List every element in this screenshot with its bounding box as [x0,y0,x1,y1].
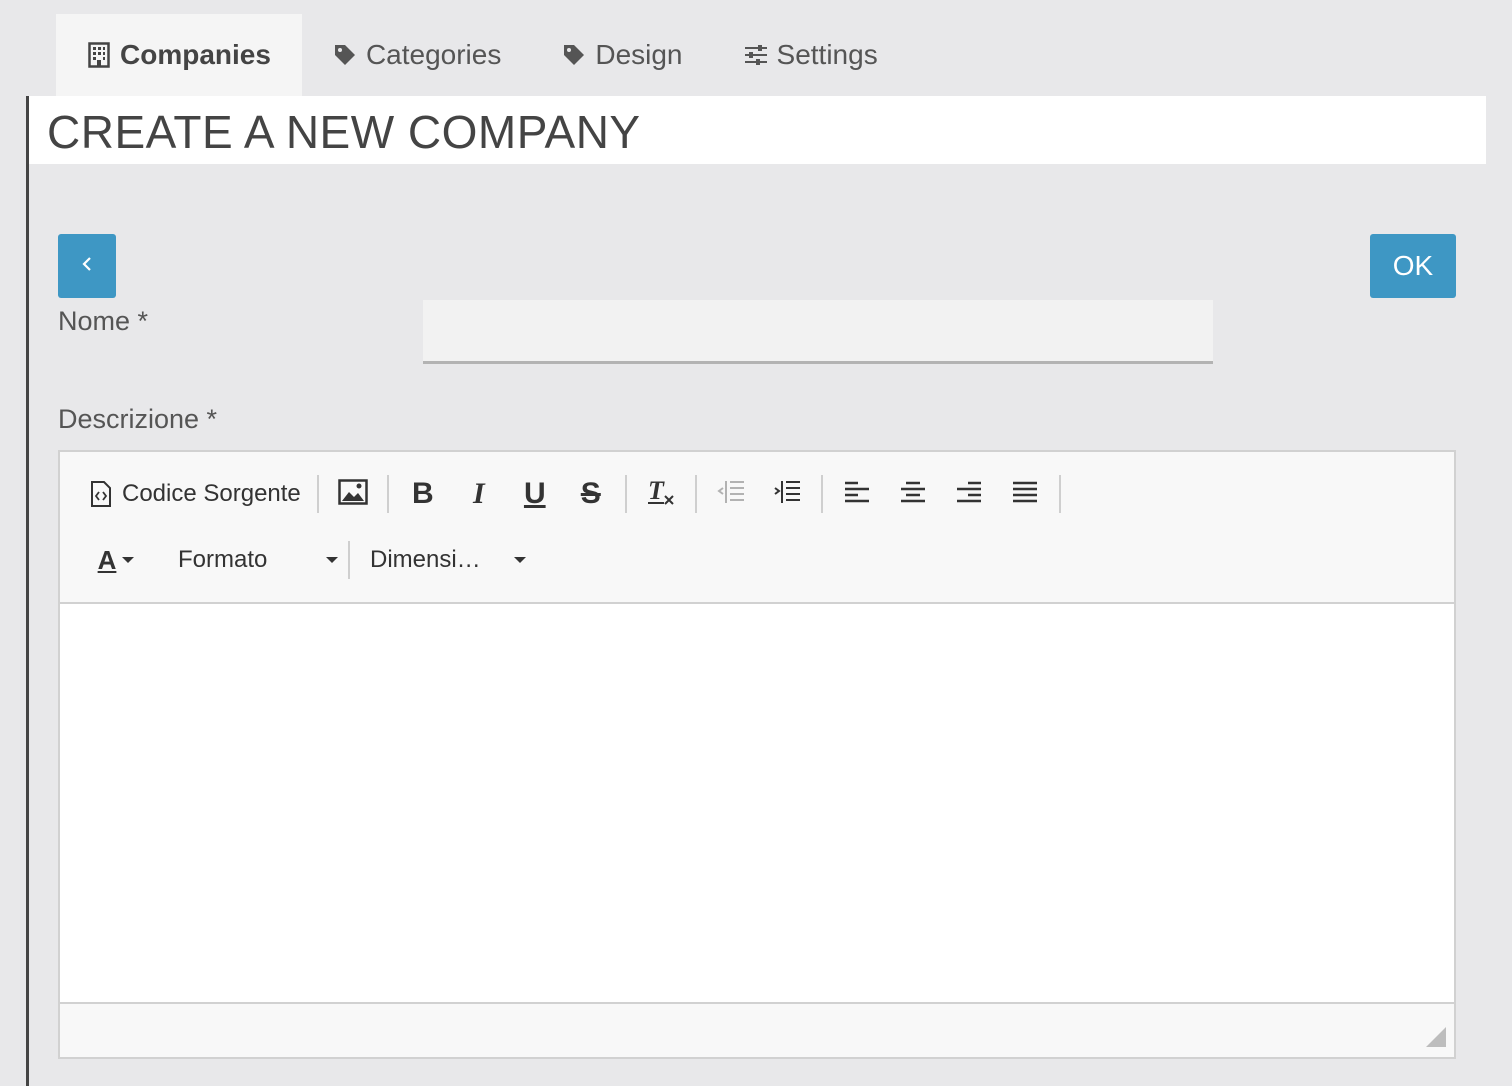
size-label: Dimensi… [370,546,481,573]
image-button[interactable] [329,472,377,516]
outdent-icon [716,479,746,510]
source-file-icon [90,480,112,508]
align-left-button[interactable] [833,472,881,516]
italic-icon: I [472,477,485,510]
tab-categories[interactable]: Categories [302,14,531,96]
building-icon [86,42,112,68]
align-left-icon [844,480,870,509]
indent-icon [772,479,802,510]
remove-format-button[interactable]: T [637,472,685,516]
left-border [26,96,29,1086]
source-code-label: Codice Sorgente [122,480,301,507]
toolbar-separator [820,475,823,513]
toolbar-separator [348,541,350,579]
title-bar: CREATE A NEW COMPANY [29,96,1486,164]
tab-label: Companies [120,39,271,70]
tab-label: Design [595,39,683,70]
nome-label: Nome * [58,306,149,336]
remove-format-icon: T [646,476,676,512]
page-title: CREATE A NEW COMPANY [47,106,641,158]
toolbar-separator [694,475,697,513]
bold-button[interactable]: B [399,472,447,516]
text-color-icon: A [97,545,117,575]
toolbar-separator [316,475,319,513]
tab-bar: Companies Categories Design Settings [56,14,908,96]
justify-button[interactable] [1001,472,1049,516]
ok-button[interactable]: OK [1370,234,1456,298]
format-dropdown[interactable]: Formato [178,538,338,582]
tab-settings[interactable]: Settings [713,14,908,96]
align-right-icon [956,480,982,509]
indent-button[interactable] [763,472,811,516]
align-justify-icon [1012,480,1038,509]
caret-down-icon [514,557,526,563]
sliders-icon [743,42,769,68]
rich-text-editor: Codice Sorgente B I U S T A Formato Dime… [58,450,1456,1059]
tag-icon [561,42,587,68]
editor-content[interactable] [60,602,1454,1004]
toolbar-separator [624,475,627,513]
tab-companies[interactable]: Companies [56,14,302,96]
descrizione-label: Descrizione * [58,404,218,434]
toolbar-separator [1058,475,1061,513]
toolbar-row-2: A Formato Dimensi… [88,538,526,582]
size-dropdown[interactable]: Dimensi… [370,538,526,582]
image-icon [338,478,368,510]
format-label: Formato [178,546,268,573]
text-color-button[interactable]: A [88,538,144,582]
caret-down-icon [122,557,135,563]
tab-design[interactable]: Design [531,14,712,96]
caret-down-icon [326,557,338,563]
editor-toolbar: Codice Sorgente B I U S T A Formato Dime… [60,452,1454,602]
svg-text:T: T [648,477,665,505]
toolbar-separator [386,475,389,513]
bold-icon: B [411,477,434,510]
source-code-button[interactable]: Codice Sorgente [88,472,311,516]
chevron-left-icon [80,254,94,279]
tab-label: Settings [776,39,878,70]
resize-handle-icon[interactable] [1426,1027,1446,1047]
italic-button[interactable]: I [455,472,503,516]
strikethrough-icon: S [580,477,601,510]
tag-icon [332,42,358,68]
align-center-icon [900,480,926,509]
nome-input[interactable] [423,300,1213,364]
strikethrough-button[interactable]: S [567,472,615,516]
back-button[interactable] [58,234,116,298]
outdent-button[interactable] [707,472,755,516]
align-center-button[interactable] [889,472,937,516]
underline-button[interactable]: U [511,472,559,516]
underline-icon: U [523,477,546,510]
align-right-button[interactable] [945,472,993,516]
tab-label: Categories [365,39,502,70]
toolbar-row-1: Codice Sorgente B I U S T [88,472,1067,516]
